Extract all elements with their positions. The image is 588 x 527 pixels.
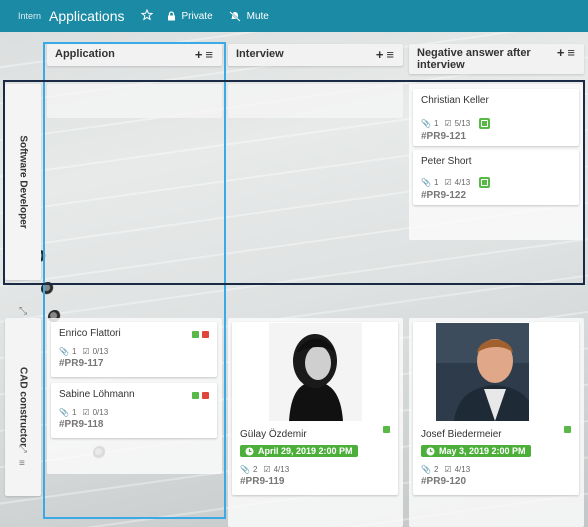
clock-icon	[426, 447, 435, 455]
private-toggle[interactable]: Private	[167, 11, 213, 22]
card-name: Gülay Özdemir	[240, 429, 307, 440]
attachment-count: 2	[433, 464, 439, 474]
lane-title: CAD constructor	[17, 366, 29, 448]
card-josef-biedermeier[interactable]: Josef Biedermeier May 3, 2019 2:00 PM 📎 2…	[413, 322, 579, 495]
menu-icon[interactable]: ≡	[567, 45, 578, 60]
column-header-interview[interactable]: Interview +≡	[228, 44, 403, 66]
board-title[interactable]: Applications	[49, 8, 125, 24]
checklist-icon: ☑	[263, 464, 271, 474]
paperclip-icon: 📎	[421, 464, 431, 474]
star-icon[interactable]	[140, 8, 153, 24]
checklist-count: 4/13	[454, 464, 471, 474]
card-guelay-oezdemir[interactable]: Gülay Özdemir April 29, 2019 2:00 PM 📎 2 …	[232, 322, 398, 495]
collapse-icon[interactable]: ⤡	[19, 306, 27, 317]
due-date: April 29, 2019 2:00 PM	[258, 446, 353, 456]
clock-icon	[245, 447, 254, 455]
checklist-count: 4/13	[273, 464, 290, 474]
card-code: #PR9-119	[240, 475, 285, 487]
menu-icon[interactable]: ≡	[386, 47, 397, 62]
due-date-badge[interactable]: April 29, 2019 2:00 PM	[240, 445, 358, 457]
top-bar: Intern Applications Private Mute	[0, 0, 588, 32]
paperclip-icon: 📎	[240, 464, 250, 474]
mute-toggle[interactable]: Mute	[228, 10, 269, 22]
private-label: Private	[181, 10, 213, 22]
checklist-icon: ☑	[444, 464, 452, 474]
mute-label: Mute	[246, 10, 269, 22]
card-code: #PR9-120	[421, 475, 467, 487]
menu-icon[interactable]: ≡	[19, 458, 25, 469]
lane-label-cad-constructor[interactable]: CAD constructor ⤡ ≡	[5, 318, 41, 496]
label-green	[383, 426, 390, 433]
label-green	[564, 426, 571, 433]
candidate-photo	[269, 323, 362, 421]
plus-icon[interactable]: +	[376, 47, 387, 62]
lock-icon	[167, 11, 175, 21]
candidate-photo	[436, 323, 529, 421]
due-date: May 3, 2019 2:00 PM	[439, 446, 526, 456]
due-date-badge[interactable]: May 3, 2019 2:00 PM	[421, 445, 531, 457]
column-title: Interview	[236, 48, 284, 60]
lane-highlight	[3, 80, 585, 285]
plus-icon[interactable]: +	[557, 45, 568, 60]
collapse-icon[interactable]: ⤡	[19, 444, 27, 455]
breadcrumb[interactable]: Intern	[18, 11, 41, 21]
column-header-negative-answer[interactable]: Negative answer after interview +≡	[409, 44, 584, 74]
attachment-count: 2	[252, 464, 258, 474]
mute-icon	[228, 10, 241, 22]
column-title: Negative answer after interview	[417, 47, 531, 71]
card-name: Josef Biedermeier	[421, 429, 502, 440]
